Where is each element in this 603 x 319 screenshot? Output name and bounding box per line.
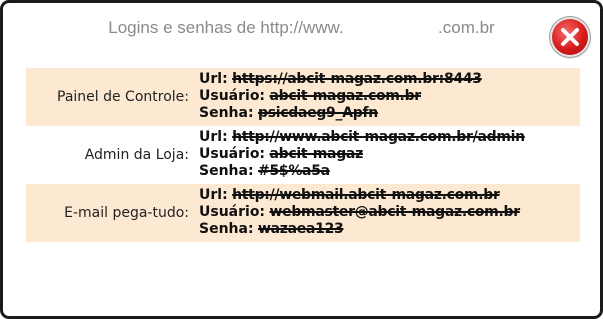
row-fields: Url: http://www.abcit-magaz.com.br/admin…	[194, 126, 525, 184]
password-value: wazaea123	[258, 221, 344, 237]
close-button[interactable]	[552, 19, 588, 55]
url-value[interactable]: http://www.abcit-magaz.com.br/admin	[232, 129, 525, 145]
user-field: Usuário: abcit-magaz.com.br	[199, 88, 482, 105]
url-value[interactable]: http://webmail.abcit-magaz.com.br	[232, 187, 500, 203]
row-label: E-mail pega-tudo:	[64, 205, 189, 221]
url-key: Url:	[199, 129, 228, 145]
password-value: #5$%a5a	[258, 163, 330, 179]
close-icon	[561, 28, 579, 46]
password-field: Senha: wazaea123	[199, 221, 520, 238]
credential-row-admin: Admin da Loja: Url: http://www.abcit-mag…	[26, 126, 580, 184]
logins-dialog: Logins e senhas de http://www. .com.br P…	[0, 0, 603, 319]
user-field: Usuário: webmaster@abcit-magaz.com.br	[199, 204, 520, 221]
user-field: Usuário: abcit-magaz	[199, 146, 525, 163]
password-key: Senha:	[199, 105, 254, 121]
user-value: abcit-magaz.com.br	[269, 88, 422, 104]
row-label: Painel de Controle:	[57, 89, 189, 105]
url-key: Url:	[199, 187, 228, 203]
row-fields: Url: http://webmail.abcit-magaz.com.br U…	[194, 184, 520, 242]
password-field: Senha: #5$%a5a	[199, 163, 525, 180]
url-field: Url: http://webmail.abcit-magaz.com.br	[199, 187, 520, 204]
user-value: webmaster@abcit-magaz.com.br	[269, 204, 521, 220]
user-key: Usuário:	[199, 88, 266, 104]
credentials-table: Painel de Controle: Url: https://abcit-m…	[26, 68, 580, 242]
url-key: Url:	[199, 71, 228, 87]
row-label: Admin da Loja:	[84, 147, 189, 163]
row-fields: Url: https://abcit-magaz.com.br:8443 Usu…	[194, 68, 482, 126]
password-key: Senha:	[199, 163, 254, 179]
credential-row-email: E-mail pega-tudo: Url: http://webmail.ab…	[26, 184, 580, 242]
url-value[interactable]: https://abcit-magaz.com.br:8443	[232, 71, 482, 87]
user-key: Usuário:	[199, 204, 266, 220]
url-field: Url: http://www.abcit-magaz.com.br/admin	[199, 129, 525, 146]
password-key: Senha:	[199, 221, 254, 237]
url-field: Url: https://abcit-magaz.com.br:8443	[199, 71, 482, 88]
password-value: psicdaeg9_Apfn	[258, 105, 378, 121]
user-value: abcit-magaz	[269, 146, 364, 162]
credential-row-painel: Painel de Controle: Url: https://abcit-m…	[26, 68, 580, 126]
dialog-title: Logins e senhas de http://www. .com.br	[108, 18, 495, 37]
password-field: Senha: psicdaeg9_Apfn	[199, 105, 482, 122]
user-key: Usuário:	[199, 146, 266, 162]
